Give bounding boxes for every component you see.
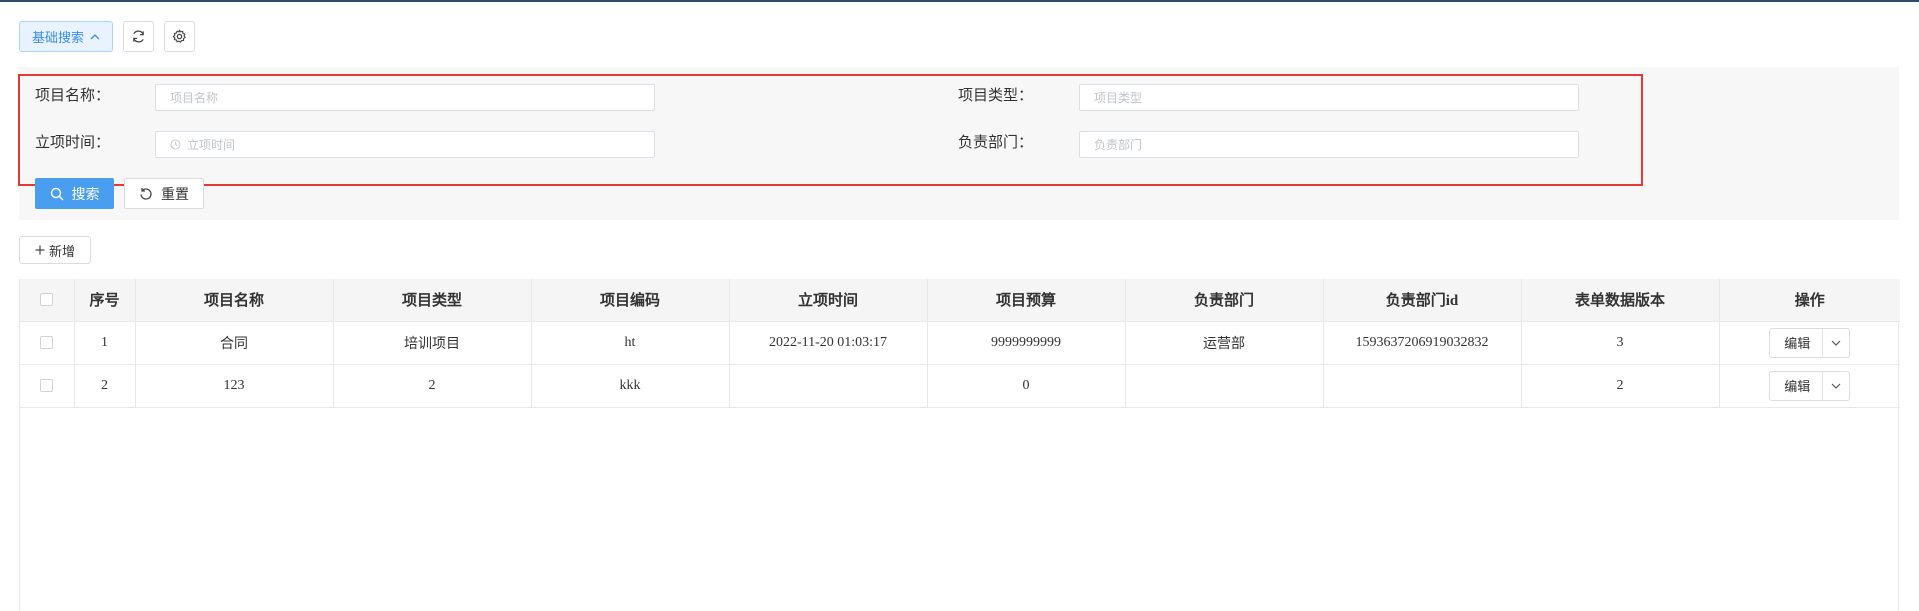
more-actions-button[interactable] (1823, 329, 1849, 357)
chevron-up-icon (90, 33, 100, 39)
chevron-down-icon (1831, 340, 1841, 346)
select-all-checkbox[interactable] (40, 293, 54, 307)
gear-icon (172, 29, 186, 43)
row-checkbox[interactable] (40, 335, 54, 349)
clock-icon (170, 139, 181, 150)
start-time-placeholder: 立项时间 (187, 138, 236, 152)
cell-version: 3 (1521, 321, 1720, 365)
search-button-label: 搜索 (71, 186, 100, 203)
cell-dept-id (1323, 364, 1522, 408)
edit-split-button: 编辑 (1769, 370, 1851, 401)
header-cell: 项目编码 (531, 279, 730, 322)
edit-split-button: 编辑 (1769, 327, 1851, 358)
cell-name: 合同 (135, 321, 334, 365)
header-cell: 负责部门id (1323, 279, 1522, 322)
basic-search-label: 基础搜索 (32, 31, 85, 46)
cell-dept: 运营部 (1125, 321, 1324, 365)
edit-button[interactable]: 编辑 (1770, 371, 1824, 400)
cell-name: 123 (135, 364, 334, 408)
row-select-cell[interactable] (20, 364, 75, 408)
row-select-cell[interactable] (20, 321, 75, 365)
more-actions-button[interactable] (1823, 372, 1849, 400)
cell-type: 2 (333, 364, 532, 408)
toolbar: 基础搜索 (19, 21, 196, 52)
reset-icon (140, 187, 152, 200)
refresh-icon (133, 30, 144, 43)
start-time-picker[interactable]: 立项时间 (155, 131, 655, 158)
start-time-label: 立项时间： (35, 133, 111, 151)
cell-actions: 编辑 (1719, 364, 1900, 408)
add-button[interactable]: 新增 (19, 236, 91, 264)
refresh-button[interactable] (123, 21, 155, 52)
cell-dept (1125, 364, 1324, 408)
header-cell: 项目名称 (135, 279, 334, 322)
header-cell: 负责部门 (1125, 279, 1324, 322)
search-icon (50, 187, 63, 200)
project-type-label: 项目类型： (958, 86, 1034, 104)
basic-search-toggle-button[interactable]: 基础搜索 (19, 21, 114, 52)
department-placeholder: 负责部门 (1094, 138, 1143, 152)
project-name-input[interactable]: 项目名称 (155, 84, 655, 111)
department-select[interactable]: 负责部门 (1079, 131, 1579, 158)
header-cell: 项目预算 (927, 279, 1126, 322)
cell-code: ht (531, 321, 730, 365)
project-name-placeholder: 项目名称 (170, 91, 219, 105)
header-cell: 表单数据版本 (1521, 279, 1720, 322)
project-type-select[interactable]: 项目类型 (1079, 84, 1579, 111)
select-all-cell[interactable] (20, 279, 75, 322)
cell-time: 2022-11-20 01:03:17 (729, 321, 928, 365)
reset-button[interactable]: 重置 (124, 178, 204, 209)
cell-time (729, 364, 928, 408)
table-header-row: 序号 项目名称 项目类型 项目编码 立项时间 项目预算 负责部门 负责部门id … (20, 279, 1900, 322)
cell-code: kkk (531, 364, 730, 408)
data-table: 序号 项目名称 项目类型 项目编码 立项时间 项目预算 负责部门 负责部门id … (19, 279, 1900, 611)
cell-index: 1 (74, 321, 136, 365)
header-cell: 立项时间 (729, 279, 928, 322)
header-cell: 操作 (1719, 279, 1900, 322)
reset-button-label: 重置 (161, 186, 189, 203)
header-cell: 项目类型 (333, 279, 532, 322)
cell-version: 2 (1521, 364, 1720, 408)
add-button-label: 新增 (48, 244, 75, 260)
plus-icon (35, 245, 45, 255)
cell-index: 2 (74, 364, 136, 408)
department-label: 负责部门： (958, 133, 1034, 151)
cell-budget: 9999999999 (927, 321, 1126, 365)
header-cell: 序号 (74, 279, 136, 322)
row-checkbox[interactable] (40, 378, 54, 392)
chevron-down-icon (1831, 383, 1841, 389)
project-type-placeholder: 项目类型 (1094, 91, 1143, 105)
table-row: 1 合同 培训项目 ht 2022-11-20 01:03:17 9999999… (20, 321, 1900, 365)
project-name-label: 项目名称： (35, 86, 111, 104)
cell-type: 培训项目 (333, 321, 532, 365)
edit-button[interactable]: 编辑 (1770, 328, 1824, 357)
cell-actions: 编辑 (1719, 321, 1900, 365)
top-border-line (0, 0, 1919, 2)
cell-dept-id: 1593637206919032832 (1323, 321, 1522, 365)
cell-budget: 0 (927, 364, 1126, 408)
table-row: 2 123 2 kkk 0 2 编辑 (20, 364, 1900, 408)
search-button[interactable]: 搜索 (35, 178, 114, 209)
settings-button[interactable] (164, 21, 196, 52)
